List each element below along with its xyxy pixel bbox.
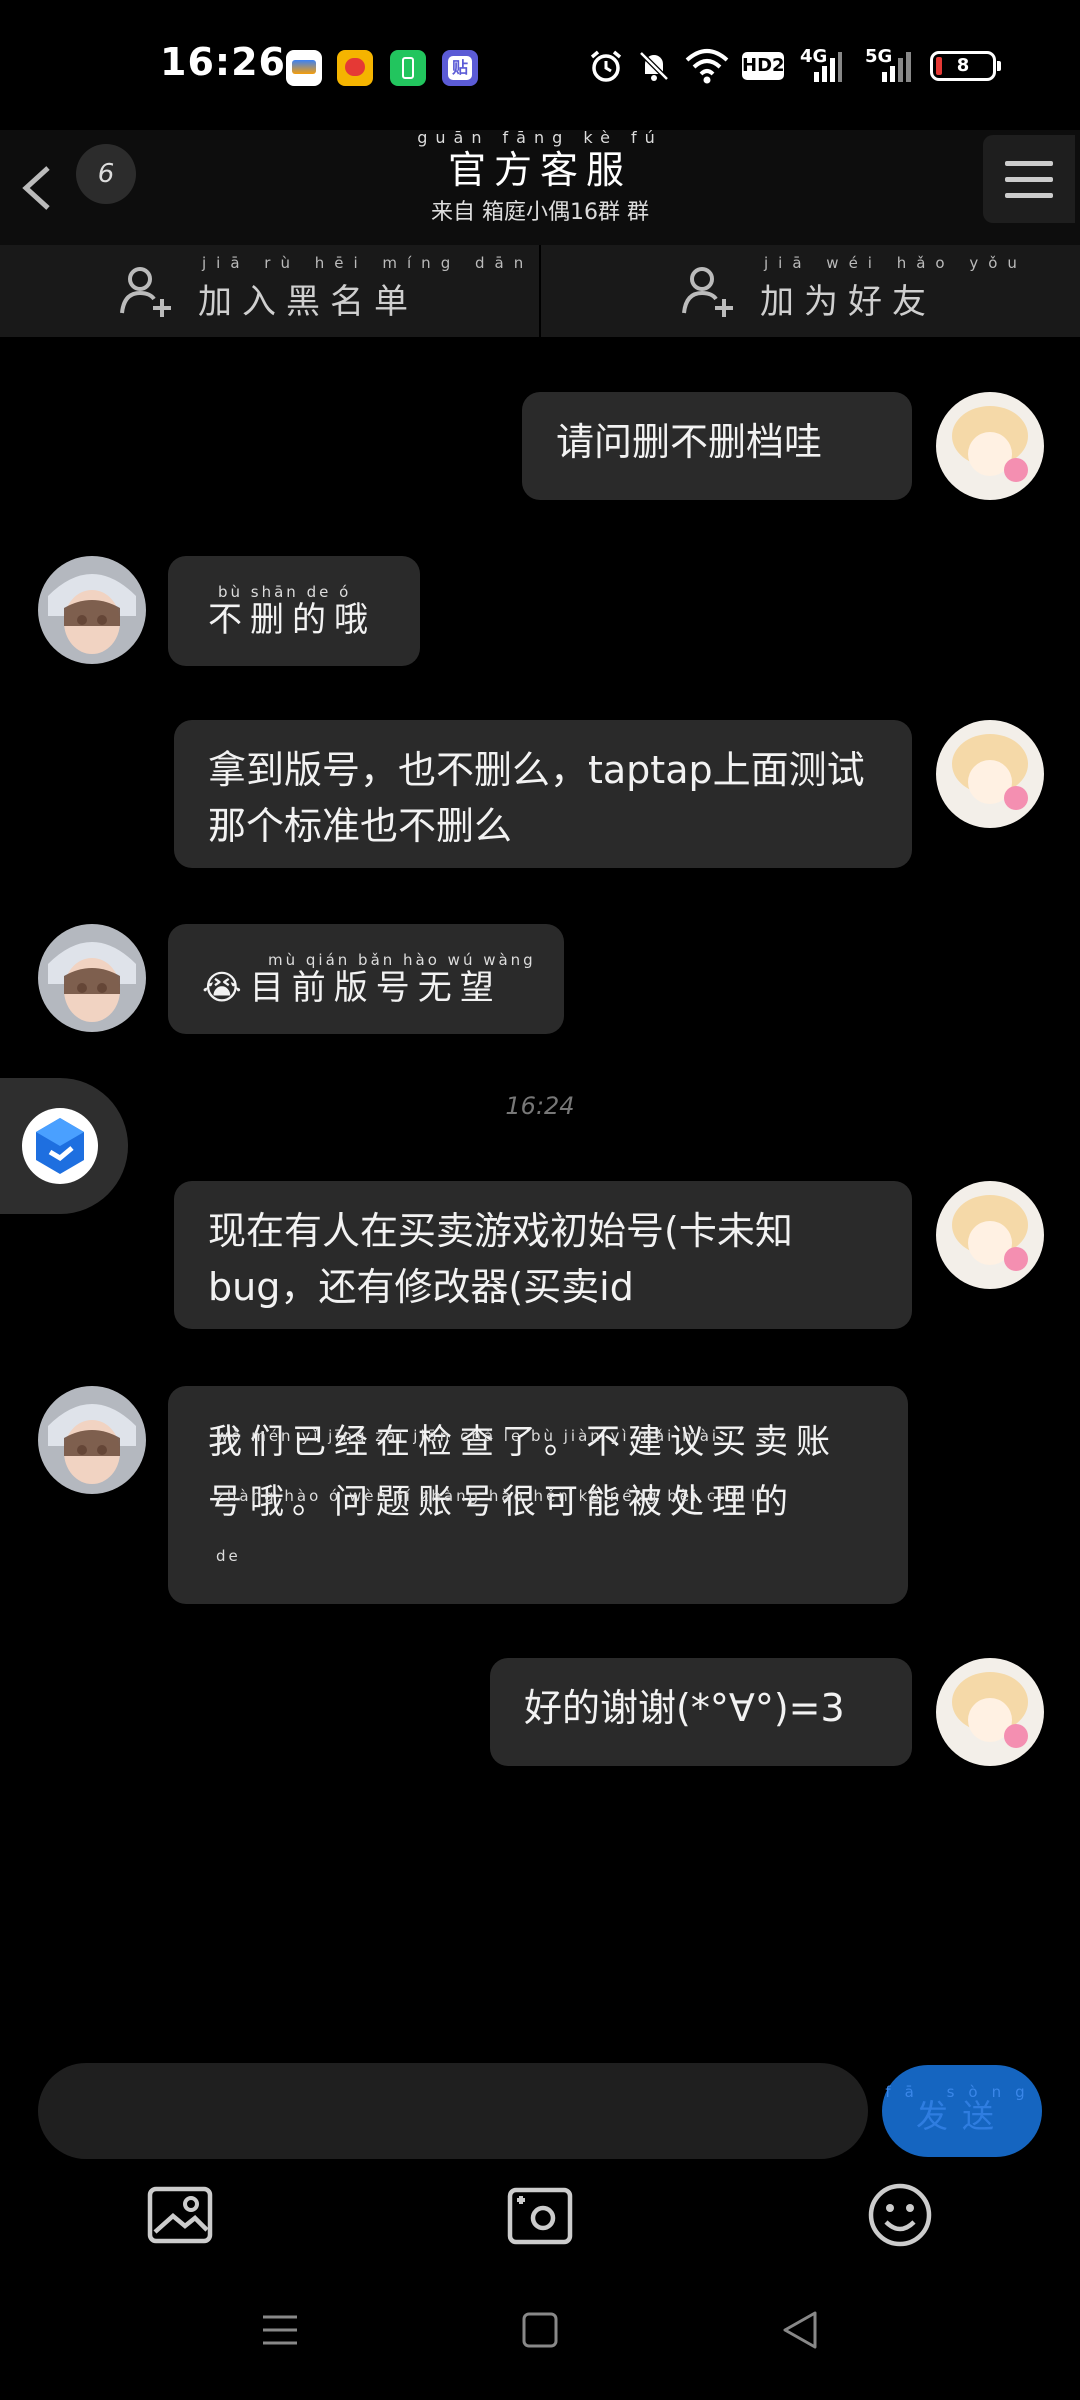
battery-level: 8 <box>956 55 970 76</box>
battery-app-icon <box>390 50 426 86</box>
send-label: 发送 <box>915 2097 1008 2135</box>
message-input[interactable] <box>38 2063 868 2159</box>
wallet-app-icon <box>286 50 322 86</box>
battery-icon: 8 <box>930 51 1001 81</box>
unread-count-badge[interactable]: 6 <box>76 144 136 204</box>
title-pinyin: guān fāng kè fú <box>417 128 663 147</box>
menu-button[interactable] <box>983 135 1075 223</box>
message-bubble-user[interactable]: 拿到版号，也不删么，taptap上面测试那个标准也不删么 <box>174 720 912 868</box>
blacklist-label: 加入黑名单 <box>198 281 418 322</box>
chat-subtitle: 来自 箱庭小偶16群 群 <box>431 200 649 225</box>
signal-2-icon <box>882 52 911 82</box>
alarm-icon <box>590 50 622 82</box>
message-bubble-user[interactable]: 好的谢谢(*°∀°)=3 <box>490 1658 912 1766</box>
crying-emoji: 😭 <box>202 968 250 1008</box>
message-pinyin: zhàng hào ó wèn tí zhàng hào hěn kě néng… <box>216 1487 766 1505</box>
message-pinyin: wǒ mén yǐ jīng zài jiān chá le bù jiàn y… <box>216 1427 720 1445</box>
mute-bell-icon <box>639 51 669 81</box>
add-blacklist-button[interactable]: jiā rù hēi míng dān 加入黑名单 <box>118 245 523 337</box>
send-button[interactable]: fā sòng 发送 <box>882 2065 1042 2157</box>
status-time: 16:26 <box>160 40 286 84</box>
message-pinyin: mù qián bǎn hào wú wàng <box>268 951 536 969</box>
time-separator: 16:24 <box>505 1092 575 1120</box>
wifi-icon <box>685 49 729 84</box>
chat-title: 官方客服 <box>447 148 632 192</box>
chat-title-block: guān fāng kè fú 官方客服 来自 箱庭小偶16群 群 <box>340 128 740 226</box>
message-bubble-user[interactable]: 现在有人在买卖游戏初始号(卡未知bug，还有修改器(买卖id <box>174 1181 912 1329</box>
user-avatar[interactable] <box>936 1181 1044 1289</box>
user-avatar[interactable] <box>936 720 1044 828</box>
agent-avatar[interactable] <box>38 1386 146 1494</box>
message-pinyin: de <box>216 1547 241 1565</box>
blacklist-pinyin: jiā rù hēi míng dān <box>202 253 534 272</box>
tieba-app-icon: 贴 <box>442 50 478 86</box>
message-pinyin: bù shān de ó <box>218 583 352 601</box>
agent-avatar[interactable] <box>38 924 146 1032</box>
status-bar: 16:26 贴 HD2 4G 5G 8 <box>0 0 1080 130</box>
message-bubble-agent[interactable]: mù qián bǎn hào wú wàng 😭目前版号无望 <box>168 924 564 1034</box>
user-avatar[interactable] <box>936 1658 1044 1766</box>
message-bubble-user[interactable]: 请问删不删档哇 <box>522 392 912 500</box>
back-arrow-icon[interactable] <box>10 158 60 218</box>
user-avatar[interactable] <box>936 392 1044 500</box>
friend-pinyin: jiā wéi hǎo yǒu <box>764 253 1027 272</box>
emoji-icon[interactable] <box>865 2180 935 2250</box>
signal-1-icon <box>814 52 842 82</box>
hd-voice-icon: HD2 <box>742 52 785 80</box>
add-friend-button[interactable]: jiā wéi hǎo yǒu 加为好友 <box>680 245 1017 337</box>
floating-widget[interactable] <box>0 1078 128 1214</box>
home-icon[interactable] <box>515 2305 565 2355</box>
message-bubble-agent[interactable]: bù shān de ó 不删的哦 <box>168 556 420 666</box>
action-divider <box>539 245 541 337</box>
agent-avatar[interactable] <box>38 556 146 664</box>
add-user-icon <box>120 267 171 317</box>
camera-icon[interactable] <box>505 2180 575 2250</box>
menu-icon[interactable] <box>255 2305 305 2355</box>
message-bubble-agent[interactable]: wǒ mén yǐ jīng zài jiān chá le bù jiàn y… <box>168 1386 908 1604</box>
friend-label: 加为好友 <box>760 281 936 322</box>
image-icon[interactable] <box>145 2180 215 2250</box>
weibo-app-icon <box>337 50 373 86</box>
back-icon[interactable] <box>775 2305 825 2355</box>
cube-app-icon <box>22 1108 98 1184</box>
add-user-icon <box>682 267 733 317</box>
